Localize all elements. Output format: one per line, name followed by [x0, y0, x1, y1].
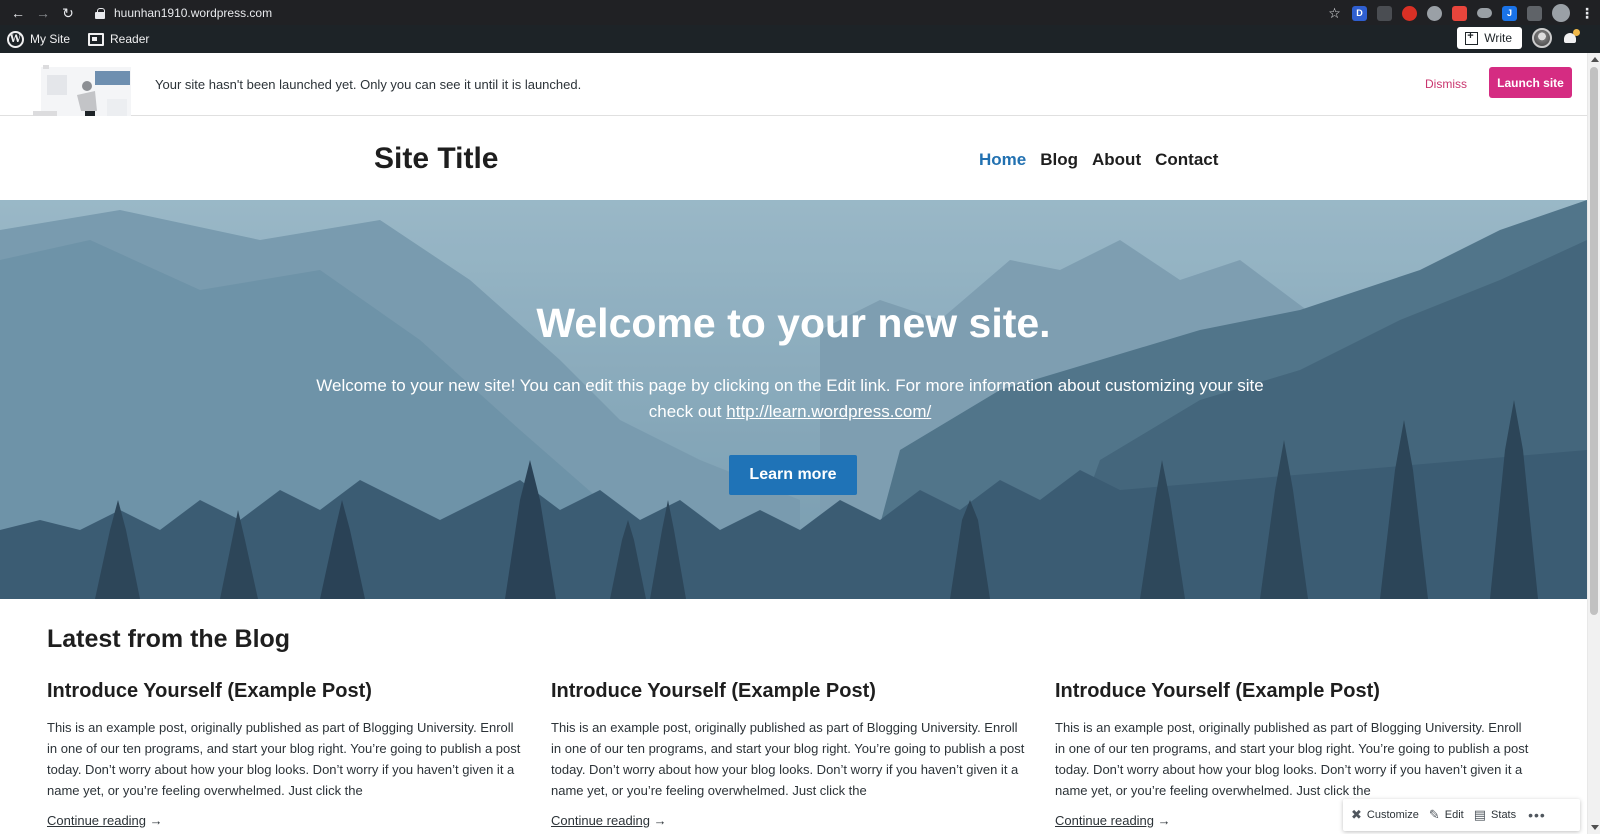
nav-item-blog[interactable]: Blog	[1040, 150, 1078, 170]
extension-d-icon[interactable]: D	[1352, 5, 1367, 21]
post-excerpt: This is an example post, originally publ…	[1055, 720, 1529, 798]
launch-banner-message: Your site hasn't been launched yet. Only…	[155, 77, 582, 92]
my-site-label: My Site	[30, 32, 71, 46]
scroll-thumb[interactable]	[1590, 67, 1598, 615]
reader-icon	[88, 32, 105, 46]
site-title[interactable]: Site Title	[374, 142, 498, 176]
customize-label: Customize	[1366, 809, 1419, 821]
nav-item-home[interactable]: Home	[979, 150, 1026, 170]
profile-avatar-icon[interactable]	[1552, 4, 1570, 22]
extension-swirl-icon[interactable]	[1427, 5, 1442, 21]
extension-grid-icon[interactable]	[1377, 5, 1392, 21]
bookmark-star-icon[interactable]: ☆	[1327, 5, 1342, 22]
launch-banner: Your site hasn't been launched yet. Only…	[0, 53, 1587, 116]
wp-admin-bar: W My Site Reader Write	[0, 25, 1600, 53]
user-avatar[interactable]	[1532, 28, 1552, 48]
pencil-icon: ✎	[1428, 807, 1440, 822]
launch-illustration-icon	[33, 65, 131, 116]
browser-toolbar: ← → ↻ huunhan1910.wordpress.com ☆ D J ⋮	[0, 0, 1600, 25]
browser-menu-icon[interactable]: ⋮	[1580, 5, 1594, 22]
admin-bar-right: Write	[1457, 27, 1580, 49]
bar-chart-icon: ▤	[1473, 807, 1487, 822]
arrow-right-icon: →	[1157, 813, 1171, 828]
post-excerpt: This is an example post, originally publ…	[47, 720, 521, 798]
post-title[interactable]: Introduce Yourself (Example Post)	[1055, 680, 1535, 703]
address-bar[interactable]: huunhan1910.wordpress.com	[114, 6, 272, 20]
post-excerpt: This is an example post, originally publ…	[551, 720, 1025, 798]
site-header: Site Title Home Blog About Contact	[0, 116, 1587, 200]
wordpress-logo-icon: W	[7, 30, 24, 48]
hero-text: Welcome to your new site! You can edit t…	[295, 373, 1285, 425]
page-actions-bar: ✖ Customize ✎ Edit ▤ Stats •••	[1343, 799, 1580, 831]
dismiss-link[interactable]: Dismiss	[1425, 77, 1467, 91]
page-scrollbar[interactable]	[1587, 53, 1600, 834]
post-title[interactable]: Introduce Yourself (Example Post)	[47, 680, 527, 703]
notifications-icon[interactable]	[1562, 29, 1580, 47]
primary-navigation: Home Blog About Contact	[979, 150, 1218, 170]
more-options-icon[interactable]: •••	[1528, 807, 1546, 823]
hero-title: Welcome to your new site.	[536, 300, 1051, 346]
nav-item-contact[interactable]: Contact	[1155, 150, 1218, 170]
reader-link[interactable]: Reader	[81, 25, 156, 53]
reload-icon[interactable]: ↻	[61, 6, 75, 20]
learn-wordpress-link[interactable]: http://learn.wordpress.com/	[726, 402, 931, 421]
blog-post-card: Introduce Yourself (Example Post) This i…	[47, 680, 527, 828]
forward-icon[interactable]: →	[36, 6, 50, 20]
extension-j-icon[interactable]: J	[1502, 5, 1517, 21]
tools-icon: ✖	[1351, 807, 1362, 822]
hero-cover: Welcome to your new site. Welcome to you…	[0, 200, 1587, 599]
stats-label: Stats	[1491, 809, 1517, 821]
back-icon[interactable]: ←	[11, 6, 25, 20]
lock-icon[interactable]	[95, 7, 105, 19]
edit-label: Edit	[1444, 809, 1464, 821]
continue-reading-label: Continue reading	[1055, 813, 1155, 828]
continue-reading-label: Continue reading	[551, 813, 651, 828]
stats-button[interactable]: ▤ Stats	[1474, 807, 1516, 823]
customize-button[interactable]: ✖ Customize	[1351, 807, 1419, 823]
extension-pill-icon[interactable]	[1477, 8, 1492, 18]
write-label: Write	[1484, 31, 1512, 45]
nav-item-about[interactable]: About	[1092, 150, 1141, 170]
extension-red-box-icon[interactable]	[1452, 5, 1467, 21]
arrow-right-icon: →	[653, 813, 667, 828]
scroll-down-icon[interactable]	[1591, 825, 1599, 830]
extensions-area: ☆ D J ⋮	[1327, 4, 1594, 22]
new-post-icon	[1465, 30, 1479, 45]
write-button[interactable]: Write	[1457, 27, 1522, 49]
post-title[interactable]: Introduce Yourself (Example Post)	[551, 680, 1031, 703]
edit-button[interactable]: ✎ Edit	[1429, 807, 1464, 823]
learn-more-button[interactable]: Learn more	[729, 455, 857, 495]
continue-reading-link[interactable]: Continue reading →	[47, 813, 527, 828]
reader-label: Reader	[110, 32, 150, 46]
extension-hand-icon[interactable]	[1402, 5, 1417, 21]
extension-chart-icon[interactable]	[1527, 5, 1542, 21]
arrow-right-icon: →	[149, 813, 163, 828]
my-site-link[interactable]: W My Site	[0, 25, 77, 53]
scroll-up-icon[interactable]	[1591, 57, 1599, 62]
continue-reading-label: Continue reading	[47, 813, 147, 828]
launch-site-button[interactable]: Launch site	[1489, 67, 1572, 98]
continue-reading-link[interactable]: Continue reading →	[551, 813, 1031, 828]
blog-section-heading: Latest from the Blog	[47, 625, 291, 653]
blog-post-card: Introduce Yourself (Example Post) This i…	[551, 680, 1031, 828]
